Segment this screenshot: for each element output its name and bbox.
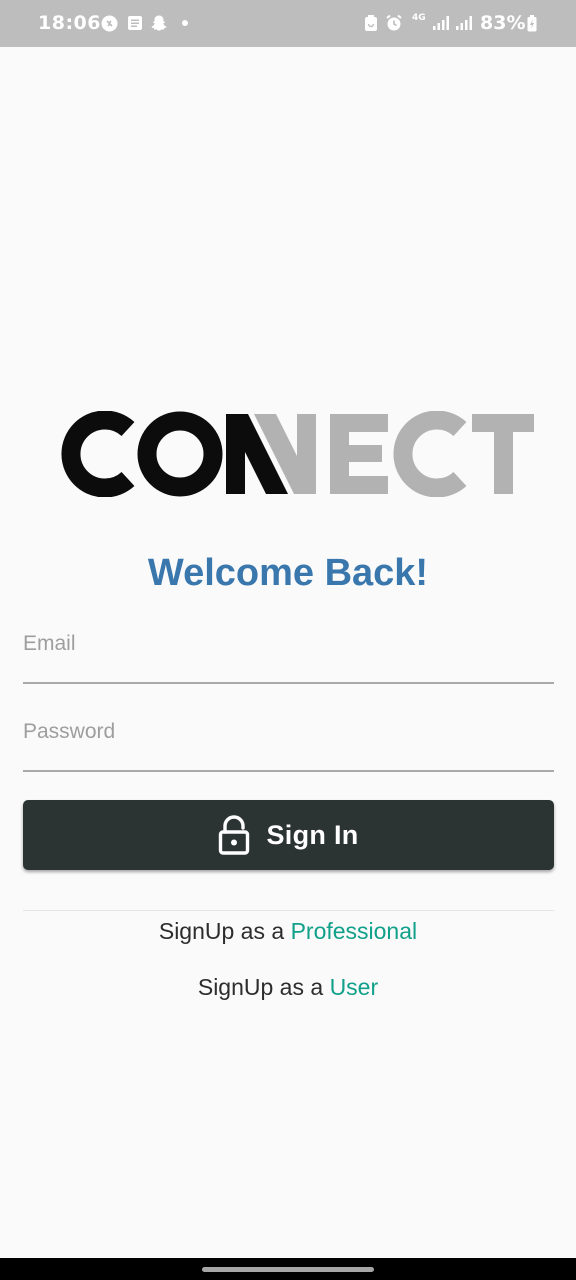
email-field-wrapper <box>23 620 554 684</box>
connect-logo <box>61 411 534 497</box>
signup-user-link[interactable]: User <box>330 974 379 1000</box>
signup-user-row: SignUp as a User <box>0 974 576 1001</box>
signin-button[interactable]: Sign In <box>23 800 554 870</box>
battery-charging-icon <box>526 14 538 32</box>
signup-professional-link[interactable]: Professional <box>291 918 418 944</box>
network-type: 4G <box>412 13 426 23</box>
shazam-icon <box>100 14 118 32</box>
email-input[interactable] <box>23 620 554 682</box>
snapchat-icon <box>150 14 168 32</box>
signup-professional-prefix: SignUp as a <box>158 918 291 944</box>
battery-saver-icon <box>362 14 380 32</box>
signup-user-prefix: SignUp as a <box>197 974 330 1000</box>
signin-label: Sign In <box>266 819 359 850</box>
lock-open-icon <box>218 815 250 855</box>
battery-percent: 83% <box>480 12 526 34</box>
navigation-bar <box>0 1258 576 1280</box>
home-gesture-handle[interactable] <box>202 1267 374 1272</box>
notes-icon <box>126 14 144 32</box>
status-time: 18:06 <box>38 12 101 34</box>
dot-icon <box>176 14 194 32</box>
logo-letter-n-grey-stem <box>297 414 316 494</box>
password-input[interactable] <box>23 708 554 770</box>
logo-letter-c2 <box>393 411 467 497</box>
logo-letter-t <box>472 414 534 494</box>
signal-icon <box>455 14 473 32</box>
password-field-wrapper <box>23 708 554 772</box>
divider <box>23 910 554 911</box>
alarm-icon <box>385 14 403 32</box>
signup-professional-row: SignUp as a Professional <box>0 918 576 945</box>
logo-letter-o <box>137 411 223 497</box>
logo-letter-e <box>330 414 388 494</box>
signal-icon <box>432 14 450 32</box>
logo-letter-c <box>61 411 135 497</box>
status-bar: 18:06 4G 83% <box>0 0 576 47</box>
welcome-heading: Welcome Back! <box>147 552 429 594</box>
